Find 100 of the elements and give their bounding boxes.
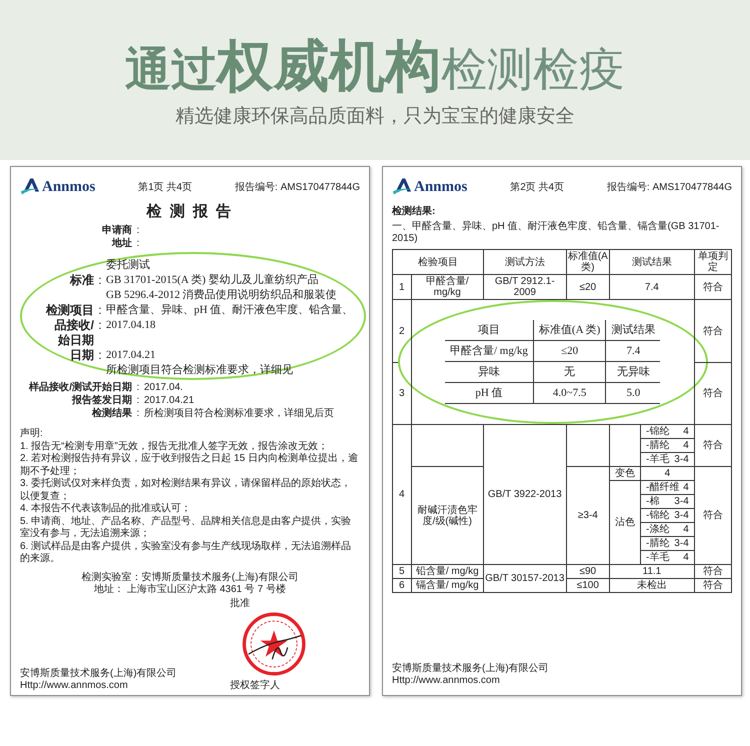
field-separator: : <box>136 408 140 420</box>
table-cell: 铅含量/ mg/kg <box>411 564 484 578</box>
field-value: 所检测项目符合检测标准要求，详细见后页 <box>144 408 335 420</box>
table-cell: 7.4 <box>610 274 694 300</box>
magnified-header: 项目 <box>445 320 534 340</box>
signatory-label: 授权签字人 <box>230 678 280 692</box>
table-cell: 1 <box>392 274 412 300</box>
table-cell: 符合 <box>694 564 732 578</box>
table-cell: 符合 <box>694 466 732 564</box>
column-header: 标准值(A类) <box>566 250 610 274</box>
grade-value: 4 <box>683 524 689 535</box>
magnified-label: 检测项目 <box>46 303 94 317</box>
banner-title: 检测检疫 <box>441 44 625 95</box>
magnified-separator: : <box>98 303 102 317</box>
magnified-value: 甲醛含量、异味、pH 值、耐汗液色牢度、铅含量、 <box>106 303 354 318</box>
magnified-cell: 7.4 <box>606 340 660 362</box>
swoosh-icon <box>20 177 42 196</box>
table-cell: 未检出 <box>610 578 694 592</box>
table-cell: 变色 <box>610 466 641 480</box>
field-value: 2017.04.21 <box>144 395 196 407</box>
page-number: 第2页 共4页 <box>510 180 564 194</box>
table-cell: GB/T 30157-2013 <box>483 564 566 592</box>
grade-value: 4 <box>683 440 689 451</box>
magnified-cell: 4.0~7.5 <box>533 382 606 404</box>
fiber-label: -棉 <box>646 496 660 507</box>
field-label: 报告签发日期 <box>70 395 132 407</box>
note-text: 4. 本报告不代表该制品的批准或认可； <box>20 503 192 516</box>
footer-text: 安博斯质量技术服务(上海)有限公司 <box>392 663 550 675</box>
table-cell: 4 <box>640 466 694 480</box>
table-cell: 6 <box>392 578 412 592</box>
column-header: 测试结果 <box>610 250 694 274</box>
field-label: 检测结果 <box>90 408 132 420</box>
report-number: 报告编号: AMS170477844G <box>234 180 360 194</box>
footer-text: Http://www.annmos.com <box>20 680 129 692</box>
note-text: 3. 委托测试仅对来样负责，如对检测结果有异议，请保留样品的原始状态，以便复查； <box>20 478 352 502</box>
table-cell: 镉含量/ mg/kg <box>411 578 484 592</box>
approver-label: 批准 <box>230 596 250 610</box>
magnified-header: 标准值(A 类) <box>533 320 606 340</box>
table-cell: GB/T 2912.1-2009 <box>483 274 566 300</box>
table-cell-text: 符合 <box>702 386 724 400</box>
footer-text: Http://www.annmos.com <box>392 675 501 687</box>
banner-title: 通过 <box>125 44 217 95</box>
note-text: 5. 申请商、地址、产品名称、产品型号、品牌相关信息是由客户提供，实验室没有参与，无法追溯来源； <box>20 516 352 540</box>
magnified-cell: 无异味 <box>606 362 660 382</box>
logo-text: Annmos <box>414 179 468 196</box>
table-cell: ≤100 <box>566 578 610 592</box>
magnified-cell: ≤20 <box>533 340 606 362</box>
fiber-label: -腈纶 <box>646 538 670 549</box>
note-text: 1. 报告无“检测专用章”无效，报告无批准人签字无效，报告涂改无效； <box>20 440 329 452</box>
magnified-label: 品接收/始日期 <box>54 318 94 347</box>
magnified-value: GB 31701-2015(A 类) 婴幼儿及儿童纺织产品 <box>106 273 320 288</box>
field-separator: : <box>136 395 140 407</box>
page-number: 第1页 共4页 <box>138 180 192 194</box>
magnified-separator: : <box>98 273 102 287</box>
table-cell: 5 <box>392 564 412 578</box>
magnified-cell: 甲醛含量/ mg/kg <box>445 340 534 362</box>
magnified-cell: 无 <box>533 362 606 382</box>
note-text: 6. 测试样品是由客户提供，实验室没有参与生产线现场取样，无法追溯样品的来源。 <box>20 540 352 566</box>
notes-heading: 声明: <box>20 428 44 440</box>
field-separator: : <box>136 238 140 250</box>
table-cell: 符合 <box>694 578 732 592</box>
field-separator: : <box>136 225 140 237</box>
magnified-value: GB 5296.4-2012 消费品使用说明纺织品和服装使 <box>106 288 337 303</box>
fiber-label: -腈纶 <box>646 440 670 451</box>
grade-value: 3-4 <box>674 538 689 549</box>
lab-info: 检测实验室：安博斯质量技术服务(上海)有限公司 <box>82 572 298 584</box>
grade-value: 4 <box>683 426 689 437</box>
fiber-label: -涤纶 <box>646 524 670 535</box>
table-cell: 甲醛含量/ mg/kg <box>411 274 484 300</box>
magnified-value: 委托测试 <box>106 258 150 273</box>
magnified-cell: 异味 <box>445 362 534 382</box>
table-cell: 4 <box>392 424 412 564</box>
section-heading: 检测结果: <box>392 204 436 218</box>
table-cell: ≥3-4 <box>566 466 610 564</box>
field-value: 2017.04. <box>144 382 184 394</box>
grade-value: 3-4 <box>674 454 689 465</box>
field-label: 申请商 <box>101 225 132 237</box>
table-cell: 符合 <box>694 274 732 300</box>
report-title: 检 测 报 告 <box>145 202 234 221</box>
table-cell-text: 3 <box>398 386 406 400</box>
column-header: 单项判定 <box>694 250 732 274</box>
magnified-separator: : <box>98 318 102 332</box>
magnified-label: 标准 <box>70 273 94 287</box>
table-cell: ≤20 <box>566 274 610 300</box>
fiber-label: -羊毛 <box>646 552 670 563</box>
note-text: 2. 若对检测报告持有异议，应于收到报告之日起 15 日内向检测单位提出，逾期不予处理； <box>20 453 359 478</box>
magnified-separator: : <box>98 348 102 362</box>
grade-value: 4 <box>683 552 689 563</box>
field-label: 样品接收/测试开始日期 <box>28 382 132 394</box>
logo-text: Annmos <box>42 179 96 196</box>
footer-text: 安博斯质量技术服务(上海)有限公司 <box>20 668 177 680</box>
table-cell: 符合 <box>694 424 732 466</box>
fiber-label: -羊毛 <box>646 454 670 465</box>
swoosh-icon <box>392 177 414 196</box>
table-cell: GB/T 3922-2013 <box>483 424 566 564</box>
fiber-label: -锦纶 <box>646 510 670 521</box>
table-cell: 符合 <box>694 300 731 362</box>
banner-title: 权威机构 <box>217 35 441 97</box>
fiber-label: -锦纶 <box>646 426 670 437</box>
magnified-label: 日期 <box>70 348 94 362</box>
